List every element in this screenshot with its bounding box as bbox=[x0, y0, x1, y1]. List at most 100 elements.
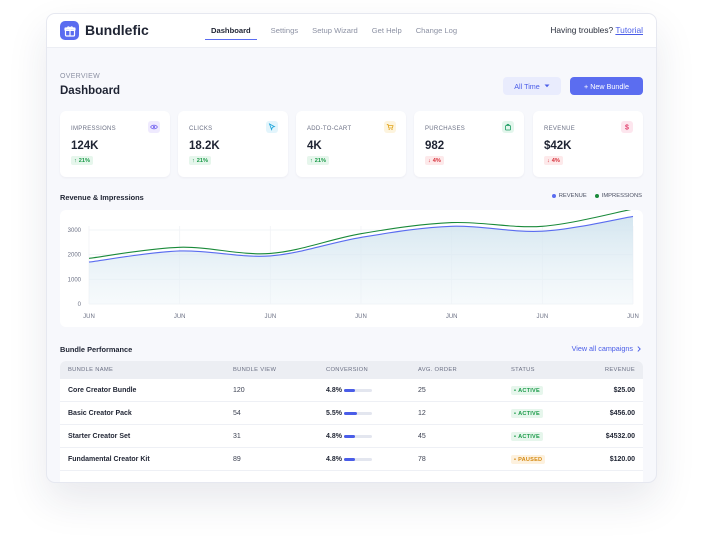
stat-value: $42K bbox=[544, 140, 572, 152]
table-row[interactable]: Basic Creator Pack 54 5.5% 12 • ACTIVE $456.00 bbox=[60, 402, 643, 425]
conversion-cell: 5.5% bbox=[326, 410, 372, 417]
cursor-icon bbox=[266, 121, 278, 133]
conversion-cell: 4.8% bbox=[326, 456, 372, 463]
stat-card-add-to-cart: ADD-TO-CART 4K ↑ 21% bbox=[296, 111, 406, 177]
x-tick-label: JUN bbox=[446, 314, 458, 320]
bundle-revenue: $120.00 bbox=[609, 456, 635, 463]
conversion-bar-fill bbox=[343, 389, 356, 392]
conversion-bar bbox=[343, 389, 372, 392]
nav-settings[interactable]: Settings bbox=[271, 14, 298, 48]
y-tick-label: 3000 bbox=[68, 228, 82, 234]
conversion-bar bbox=[343, 458, 372, 461]
bundle-views: 54 bbox=[233, 410, 241, 417]
status-dot-icon: • bbox=[514, 433, 517, 440]
bundle-table: BUNDLE NAME BUNDLE VIEW CONVERSION AVG. … bbox=[60, 361, 643, 482]
stat-value: 124K bbox=[71, 140, 99, 152]
col-conversion[interactable]: CONVERSION bbox=[326, 367, 368, 373]
conversion-bar-fill bbox=[343, 435, 356, 438]
stat-delta: ↑ 21% bbox=[307, 156, 329, 165]
stat-card-clicks: CLICKS 18.2K ↑ 21% bbox=[178, 111, 288, 177]
status-label: ACTIVE bbox=[518, 433, 540, 440]
stat-label: ADD-TO-CART bbox=[307, 126, 352, 132]
chart-panel: 0 1000 2000 3000 JUN JUN JUN JUN JUN JUN JUN bbox=[60, 208, 643, 327]
top-bar: Bundlefic Dashboard Settings Setup Wizar… bbox=[47, 14, 656, 48]
time-range-dropdown[interactable]: All Time bbox=[503, 77, 561, 95]
stat-label: REVENUE bbox=[544, 126, 576, 132]
status-dot-icon: • bbox=[514, 410, 517, 417]
legend-item-revenue[interactable]: REVENUE bbox=[551, 193, 587, 199]
view-all-campaigns-link[interactable]: View all campaigns bbox=[572, 344, 641, 353]
conversion-value: 5.5% bbox=[326, 410, 342, 417]
bag-icon bbox=[502, 121, 514, 133]
conversion-bar-fill bbox=[343, 412, 357, 415]
col-bundle-view[interactable]: BUNDLE VIEW bbox=[233, 367, 276, 373]
table-row[interactable]: Core Creator Bundle 120 4.8% 25 • ACTIVE $25.0… bbox=[60, 379, 643, 402]
status-badge: • ACTIVE bbox=[511, 386, 543, 395]
stat-value: 18.2K bbox=[189, 140, 220, 152]
y-tick-label: 1000 bbox=[68, 277, 82, 283]
new-bundle-label: + New Bundle bbox=[584, 81, 629, 91]
dollar-icon: $ bbox=[621, 121, 633, 133]
bundle-name[interactable]: Basic Creator Pack bbox=[68, 410, 132, 417]
conversion-value: 4.8% bbox=[326, 433, 342, 440]
nav-change-log[interactable]: Change Log bbox=[416, 14, 457, 48]
col-status[interactable]: STATUS bbox=[511, 367, 535, 373]
x-tick-label: JUN bbox=[83, 314, 95, 320]
status-dot-icon: • bbox=[514, 387, 517, 394]
x-tick-label: JUN bbox=[174, 314, 186, 320]
nav-setup-wizard[interactable]: Setup Wizard bbox=[312, 14, 358, 48]
stat-delta: ↑ 21% bbox=[71, 156, 93, 165]
legend-dot bbox=[551, 194, 556, 198]
line-chart: 0 1000 2000 3000 JUN JUN JUN JUN JUN JUN JUN bbox=[68, 208, 639, 320]
col-revenue[interactable]: REVENUE bbox=[605, 367, 635, 373]
status-badge: • ACTIVE bbox=[511, 432, 543, 441]
x-tick-label: JUN bbox=[627, 314, 639, 320]
bundle-revenue: $25.00 bbox=[613, 387, 635, 394]
legend-item-impressions[interactable]: IMPRESSIONS bbox=[594, 193, 642, 199]
arrow-up-icon: ↑ bbox=[192, 157, 195, 164]
bundle-name[interactable]: Starter Creator Set bbox=[68, 433, 130, 440]
bundle-views: 31 bbox=[233, 433, 241, 440]
stat-value: 982 bbox=[425, 140, 445, 152]
legend-label: REVENUE bbox=[558, 193, 587, 199]
avg-order: 12 bbox=[418, 410, 426, 417]
conversion-value: 4.8% bbox=[326, 387, 342, 394]
bundle-name[interactable]: Fundamental Creator Kit bbox=[68, 456, 150, 463]
avg-order: 25 bbox=[418, 387, 426, 394]
status-label: PAUSED bbox=[518, 456, 543, 463]
time-range-label: All Time bbox=[514, 81, 540, 91]
table-row[interactable]: Starter Creator Set 31 4.8% 45 • ACTIVE $4532.… bbox=[60, 425, 643, 448]
legend-dot bbox=[594, 194, 599, 198]
stat-delta: ↓ 4% bbox=[425, 156, 444, 165]
cart-icon bbox=[384, 121, 396, 133]
gift-icon[interactable] bbox=[60, 21, 79, 40]
bundle-name[interactable]: Core Creator Bundle bbox=[68, 387, 136, 394]
tutorial-link[interactable]: Tutorial bbox=[615, 25, 643, 35]
status-badge: • PAUSED bbox=[511, 455, 546, 464]
x-tick-label: JUN bbox=[264, 314, 276, 320]
nav-get-help[interactable]: Get Help bbox=[372, 14, 402, 48]
help-prefix: Having troubles? bbox=[550, 25, 614, 35]
chart-title: Revenue & Impressions bbox=[60, 193, 144, 202]
col-bundle-name[interactable]: BUNDLE NAME bbox=[68, 367, 113, 373]
table-title: Bundle Performance bbox=[60, 345, 133, 354]
col-avg-order[interactable]: AVG. ORDER bbox=[418, 367, 457, 373]
nav-dashboard[interactable]: Dashboard bbox=[205, 14, 257, 48]
stat-card-purchases: PURCHASES 982 ↓ 4% bbox=[414, 111, 524, 177]
stat-label: CLICKS bbox=[189, 126, 213, 132]
bundle-views: 89 bbox=[233, 456, 241, 463]
arrow-up-icon: ↑ bbox=[74, 157, 77, 164]
status-label: ACTIVE bbox=[518, 387, 540, 394]
page-eyebrow: OVERVIEW bbox=[60, 73, 101, 80]
avg-order: 78 bbox=[418, 456, 426, 463]
arrow-up-icon: ↑ bbox=[310, 157, 313, 164]
new-bundle-button[interactable]: + New Bundle bbox=[570, 77, 643, 95]
stat-label: IMPRESSIONS bbox=[71, 126, 116, 132]
stat-card-revenue: REVENUE $ $42K ↓ 4% bbox=[533, 111, 643, 177]
chart-legend: REVENUE IMPRESSIONS bbox=[551, 193, 642, 199]
table-row[interactable]: Fundamental Creator Kit 89 4.8% 78 • PAUSED $1… bbox=[60, 448, 643, 471]
main-nav: Dashboard Settings Setup Wizard Get Help… bbox=[205, 14, 471, 48]
conversion-bar bbox=[343, 412, 372, 415]
table-header: BUNDLE NAME BUNDLE VIEW CONVERSION AVG. … bbox=[60, 361, 643, 379]
chevron-right-icon bbox=[637, 345, 641, 352]
